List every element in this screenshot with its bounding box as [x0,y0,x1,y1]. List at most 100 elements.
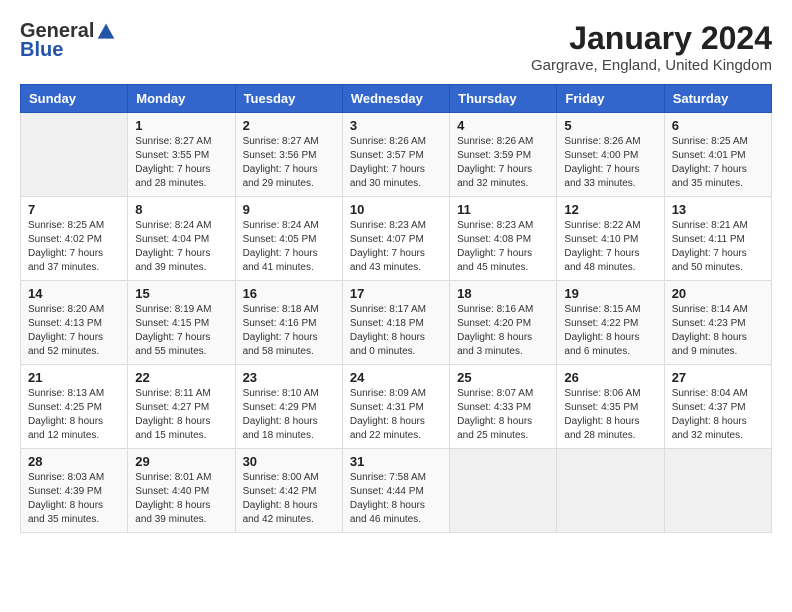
day-cell: 3 Sunrise: 8:26 AM Sunset: 3:57 PM Daylig… [342,113,449,197]
day-cell: 23 Sunrise: 8:10 AM Sunset: 4:29 PM Dayli… [235,365,342,449]
logo-icon [96,22,116,42]
day-number: 11 [457,202,549,217]
day-cell: 28 Sunrise: 8:03 AM Sunset: 4:39 PM Dayli… [21,449,128,533]
header: General Blue January 2024 Gargrave, Engl… [20,20,772,74]
day-cell [557,449,664,533]
day-cell: 11 Sunrise: 8:23 AM Sunset: 4:08 PM Dayli… [450,197,557,281]
day-info: Sunrise: 8:10 AM Sunset: 4:29 PM Dayligh… [243,387,335,443]
day-number: 15 [135,286,227,301]
day-info: Sunrise: 8:25 AM Sunset: 4:02 PM Dayligh… [28,219,120,275]
week-row-1: 1 Sunrise: 8:27 AM Sunset: 3:55 PM Daylig… [21,113,772,197]
day-cell [450,449,557,533]
day-cell: 9 Sunrise: 8:24 AM Sunset: 4:05 PM Daylig… [235,197,342,281]
day-info: Sunrise: 8:09 AM Sunset: 4:31 PM Dayligh… [350,387,442,443]
day-cell: 7Sunrise: 8:25 AM Sunset: 4:02 PM Daylig… [21,197,128,281]
day-info: Sunrise: 8:24 AM Sunset: 4:04 PM Dayligh… [135,219,227,275]
calendar-table: SundayMondayTuesdayWednesdayThursdayFrid… [20,84,772,533]
day-info: Sunrise: 8:23 AM Sunset: 4:08 PM Dayligh… [457,219,549,275]
day-number: 2 [243,118,335,133]
day-number: 26 [564,370,656,385]
day-cell: 16 Sunrise: 8:18 AM Sunset: 4:16 PM Dayli… [235,281,342,365]
day-cell: 8 Sunrise: 8:24 AM Sunset: 4:04 PM Daylig… [128,197,235,281]
day-number: 30 [243,454,335,469]
day-number: 19 [564,286,656,301]
day-number: 13 [672,202,764,217]
day-number: 8 [135,202,227,217]
day-cell: 19 Sunrise: 8:15 AM Sunset: 4:22 PM Dayli… [557,281,664,365]
day-cell: 13Sunrise: 8:21 AM Sunset: 4:11 PM Dayli… [664,197,771,281]
day-info: Sunrise: 8:00 AM Sunset: 4:42 PM Dayligh… [243,471,335,527]
day-cell: 21 Sunrise: 8:13 AM Sunset: 4:25 PM Dayli… [21,365,128,449]
logo: General Blue [20,20,116,62]
day-cell: 12 Sunrise: 8:22 AM Sunset: 4:10 PM Dayli… [557,197,664,281]
week-row-4: 21 Sunrise: 8:13 AM Sunset: 4:25 PM Dayli… [21,365,772,449]
day-number: 25 [457,370,549,385]
day-number: 5 [564,118,656,133]
day-number: 6 [672,118,764,133]
day-info: Sunrise: 8:25 AM Sunset: 4:01 PM Dayligh… [672,135,764,191]
day-number: 4 [457,118,549,133]
day-info: Sunrise: 8:15 AM Sunset: 4:22 PM Dayligh… [564,303,656,359]
day-info: Sunrise: 8:22 AM Sunset: 4:10 PM Dayligh… [564,219,656,275]
day-cell: 25 Sunrise: 8:07 AM Sunset: 4:33 PM Dayli… [450,365,557,449]
col-header-monday: Monday [128,85,235,113]
day-cell: 6 Sunrise: 8:25 AM Sunset: 4:01 PM Daylig… [664,113,771,197]
logo-blue: Blue [20,39,63,62]
day-info: Sunrise: 8:27 AM Sunset: 3:56 PM Dayligh… [243,135,335,191]
day-number: 14 [28,286,120,301]
day-cell [21,113,128,197]
day-cell: 5 Sunrise: 8:26 AM Sunset: 4:00 PM Daylig… [557,113,664,197]
day-cell: 29 Sunrise: 8:01 AM Sunset: 4:40 PM Dayli… [128,449,235,533]
month-title: January 2024 [531,20,772,57]
day-info: Sunrise: 8:23 AM Sunset: 4:07 PM Dayligh… [350,219,442,275]
day-number: 22 [135,370,227,385]
day-info: Sunrise: 8:01 AM Sunset: 4:40 PM Dayligh… [135,471,227,527]
day-info: Sunrise: 8:18 AM Sunset: 4:16 PM Dayligh… [243,303,335,359]
day-info: Sunrise: 8:17 AM Sunset: 4:18 PM Dayligh… [350,303,442,359]
day-info: Sunrise: 8:03 AM Sunset: 4:39 PM Dayligh… [28,471,120,527]
day-cell: 24 Sunrise: 8:09 AM Sunset: 4:31 PM Dayli… [342,365,449,449]
day-number: 1 [135,118,227,133]
day-number: 20 [672,286,764,301]
day-number: 31 [350,454,442,469]
day-info: Sunrise: 8:26 AM Sunset: 3:57 PM Dayligh… [350,135,442,191]
day-cell: 2 Sunrise: 8:27 AM Sunset: 3:56 PM Daylig… [235,113,342,197]
day-info: Sunrise: 8:07 AM Sunset: 4:33 PM Dayligh… [457,387,549,443]
header-row: SundayMondayTuesdayWednesdayThursdayFrid… [21,85,772,113]
day-number: 27 [672,370,764,385]
day-number: 24 [350,370,442,385]
col-header-friday: Friday [557,85,664,113]
col-header-thursday: Thursday [450,85,557,113]
day-info: Sunrise: 8:26 AM Sunset: 4:00 PM Dayligh… [564,135,656,191]
col-header-sunday: Sunday [21,85,128,113]
day-cell: 18 Sunrise: 8:16 AM Sunset: 4:20 PM Dayli… [450,281,557,365]
day-number: 16 [243,286,335,301]
day-info: Sunrise: 8:24 AM Sunset: 4:05 PM Dayligh… [243,219,335,275]
day-info: Sunrise: 8:11 AM Sunset: 4:27 PM Dayligh… [135,387,227,443]
week-row-5: 28 Sunrise: 8:03 AM Sunset: 4:39 PM Dayli… [21,449,772,533]
day-number: 21 [28,370,120,385]
day-number: 28 [28,454,120,469]
day-number: 29 [135,454,227,469]
day-info: Sunrise: 8:26 AM Sunset: 3:59 PM Dayligh… [457,135,549,191]
day-number: 12 [564,202,656,217]
day-cell: 1 Sunrise: 8:27 AM Sunset: 3:55 PM Daylig… [128,113,235,197]
day-number: 3 [350,118,442,133]
day-number: 17 [350,286,442,301]
week-row-2: 7Sunrise: 8:25 AM Sunset: 4:02 PM Daylig… [21,197,772,281]
day-number: 9 [243,202,335,217]
page: General Blue January 2024 Gargrave, Engl… [0,0,792,612]
day-number: 23 [243,370,335,385]
day-info: Sunrise: 8:27 AM Sunset: 3:55 PM Dayligh… [135,135,227,191]
day-info: Sunrise: 8:04 AM Sunset: 4:37 PM Dayligh… [672,387,764,443]
title-section: January 2024 Gargrave, England, United K… [531,20,772,74]
day-info: Sunrise: 8:13 AM Sunset: 4:25 PM Dayligh… [28,387,120,443]
day-info: Sunrise: 8:16 AM Sunset: 4:20 PM Dayligh… [457,303,549,359]
day-cell: 14Sunrise: 8:20 AM Sunset: 4:13 PM Dayli… [21,281,128,365]
day-number: 18 [457,286,549,301]
day-cell: 31Sunrise: 7:58 AM Sunset: 4:44 PM Dayli… [342,449,449,533]
day-cell [664,449,771,533]
location: Gargrave, England, United Kingdom [531,57,772,74]
col-header-wednesday: Wednesday [342,85,449,113]
day-cell: 30 Sunrise: 8:00 AM Sunset: 4:42 PM Dayli… [235,449,342,533]
